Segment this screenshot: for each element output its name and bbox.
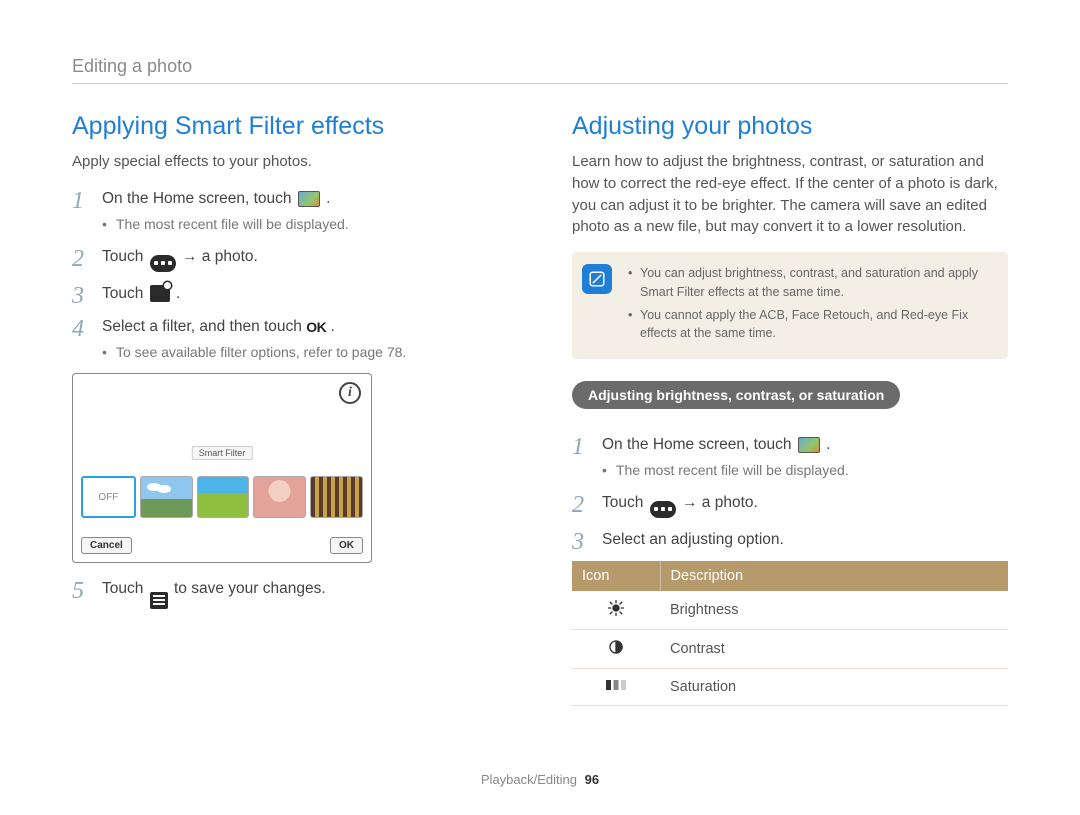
table-cell-description: Contrast xyxy=(660,630,1008,669)
table-cell-description: Saturation xyxy=(660,669,1008,706)
step-5: 5 Touch to save your changes. xyxy=(72,577,508,609)
save-icon xyxy=(150,592,168,609)
filter-thumb xyxy=(253,476,306,518)
step-text-after: . xyxy=(326,190,330,207)
step-number: 3 xyxy=(572,524,584,560)
step-text: On the Home screen, touch xyxy=(102,190,296,207)
table-row: Brightness xyxy=(572,591,1008,630)
step-text-after: . xyxy=(331,318,335,335)
column-left: Applying Smart Filter effects Apply spec… xyxy=(72,112,508,706)
step-text: Touch xyxy=(102,285,148,302)
step-number: 3 xyxy=(72,278,84,314)
camera-screenshot: i Smart Filter OFF Cancel OK xyxy=(72,373,372,563)
step-text-after: . xyxy=(176,285,180,302)
step-sub: To see available filter options, refer t… xyxy=(102,342,508,363)
step-text: Touch xyxy=(102,248,148,265)
page-footer: Playback/Editing 96 xyxy=(0,772,1080,787)
step-number: 1 xyxy=(572,429,584,465)
photo-edit-icon xyxy=(798,437,820,453)
adjusting-options-table: Icon Description Brightness xyxy=(572,561,1008,706)
step-sub-item: To see available filter options, refer t… xyxy=(102,342,508,363)
step-number: 5 xyxy=(72,573,84,609)
section-title-smart-filter: Applying Smart Filter effects xyxy=(72,112,508,141)
footer-section: Playback/Editing xyxy=(481,772,577,787)
ok-icon: OK xyxy=(306,317,326,338)
step-text-after: . xyxy=(826,436,830,453)
brightness-icon xyxy=(572,591,660,630)
filter-thumb xyxy=(140,476,193,518)
contrast-icon xyxy=(572,630,660,669)
table-header-icon: Icon xyxy=(572,561,660,591)
step-text-after: to save your changes. xyxy=(174,580,326,597)
ok-button: OK xyxy=(330,537,363,554)
step-sub-item: The most recent file will be displayed. xyxy=(602,460,1008,481)
filter-thumb xyxy=(310,476,363,518)
step-text: On the Home screen, touch xyxy=(602,436,796,453)
step-number: 1 xyxy=(72,183,84,219)
note-item: You cannot apply the ACB, Face Retouch, … xyxy=(628,306,996,344)
filter-thumbnails: OFF xyxy=(81,476,363,518)
step-sub: The most recent file will be displayed. xyxy=(602,460,1008,481)
table-cell-description: Brightness xyxy=(660,591,1008,630)
note-list: You can adjust brightness, contrast, and… xyxy=(628,264,996,343)
step-text: Touch xyxy=(102,580,148,597)
menu-icon xyxy=(650,501,676,518)
two-column-layout: Applying Smart Filter effects Apply spec… xyxy=(72,112,1008,706)
table-row: Contrast xyxy=(572,630,1008,669)
steps-smart-filter: 1 On the Home screen, touch . The most r… xyxy=(72,187,508,363)
step-text: Select an adjusting option. xyxy=(602,531,784,548)
saturation-icon xyxy=(572,669,660,706)
footer-page-number: 96 xyxy=(585,772,599,787)
filter-thumb-off: OFF xyxy=(81,476,136,518)
step-1: 1 On the Home screen, touch . The most r… xyxy=(572,433,1008,481)
edit-icon xyxy=(150,285,170,302)
step-sub: The most recent file will be displayed. xyxy=(102,214,508,235)
step-3: 3 Select an adjusting option. xyxy=(572,528,1008,551)
step-2: 2 Touch → a photo. xyxy=(72,245,508,272)
step-text-after: → a photo. xyxy=(182,248,258,265)
step-1: 1 On the Home screen, touch . The most r… xyxy=(72,187,508,235)
step-2: 2 Touch → a photo. xyxy=(572,491,1008,518)
divider xyxy=(72,83,1008,84)
steps-adjusting: 1 On the Home screen, touch . The most r… xyxy=(572,433,1008,551)
subheading-pill: Adjusting brightness, contrast, or satur… xyxy=(572,381,900,409)
screenshot-label: Smart Filter xyxy=(192,446,253,460)
screenshot-button-row: Cancel OK xyxy=(81,537,363,554)
intro-smart-filter: Apply special effects to your photos. xyxy=(72,151,508,173)
table-header-description: Description xyxy=(660,561,1008,591)
photo-edit-icon xyxy=(298,191,320,207)
note-icon xyxy=(582,264,612,294)
step-4: 4 Select a filter, and then touch OK . T… xyxy=(72,315,508,363)
note-box: You can adjust brightness, contrast, and… xyxy=(572,252,1008,359)
column-right: Adjusting your photos Learn how to adjus… xyxy=(572,112,1008,706)
info-icon: i xyxy=(339,382,361,404)
breadcrumb: Editing a photo xyxy=(72,56,1008,77)
step-number: 2 xyxy=(572,487,584,523)
intro-adjusting: Learn how to adjust the brightness, cont… xyxy=(572,151,1008,238)
section-title-adjusting: Adjusting your photos xyxy=(572,112,1008,141)
table-row: Saturation xyxy=(572,669,1008,706)
menu-icon xyxy=(150,255,176,272)
step-text-after: → a photo. xyxy=(682,494,758,511)
filter-off-label: OFF xyxy=(98,492,118,503)
filter-thumb xyxy=(197,476,250,518)
manual-page: Editing a photo Applying Smart Filter ef… xyxy=(0,0,1080,815)
step-number: 4 xyxy=(72,311,84,347)
step-number: 2 xyxy=(72,241,84,277)
step-sub-item: The most recent file will be displayed. xyxy=(102,214,508,235)
note-item: You can adjust brightness, contrast, and… xyxy=(628,264,996,302)
step-text: Select a filter, and then touch xyxy=(102,318,306,335)
steps-smart-filter-cont: 5 Touch to save your changes. xyxy=(72,577,508,609)
cancel-button: Cancel xyxy=(81,537,132,554)
step-3: 3 Touch . xyxy=(72,282,508,305)
step-text: Touch xyxy=(602,494,648,511)
